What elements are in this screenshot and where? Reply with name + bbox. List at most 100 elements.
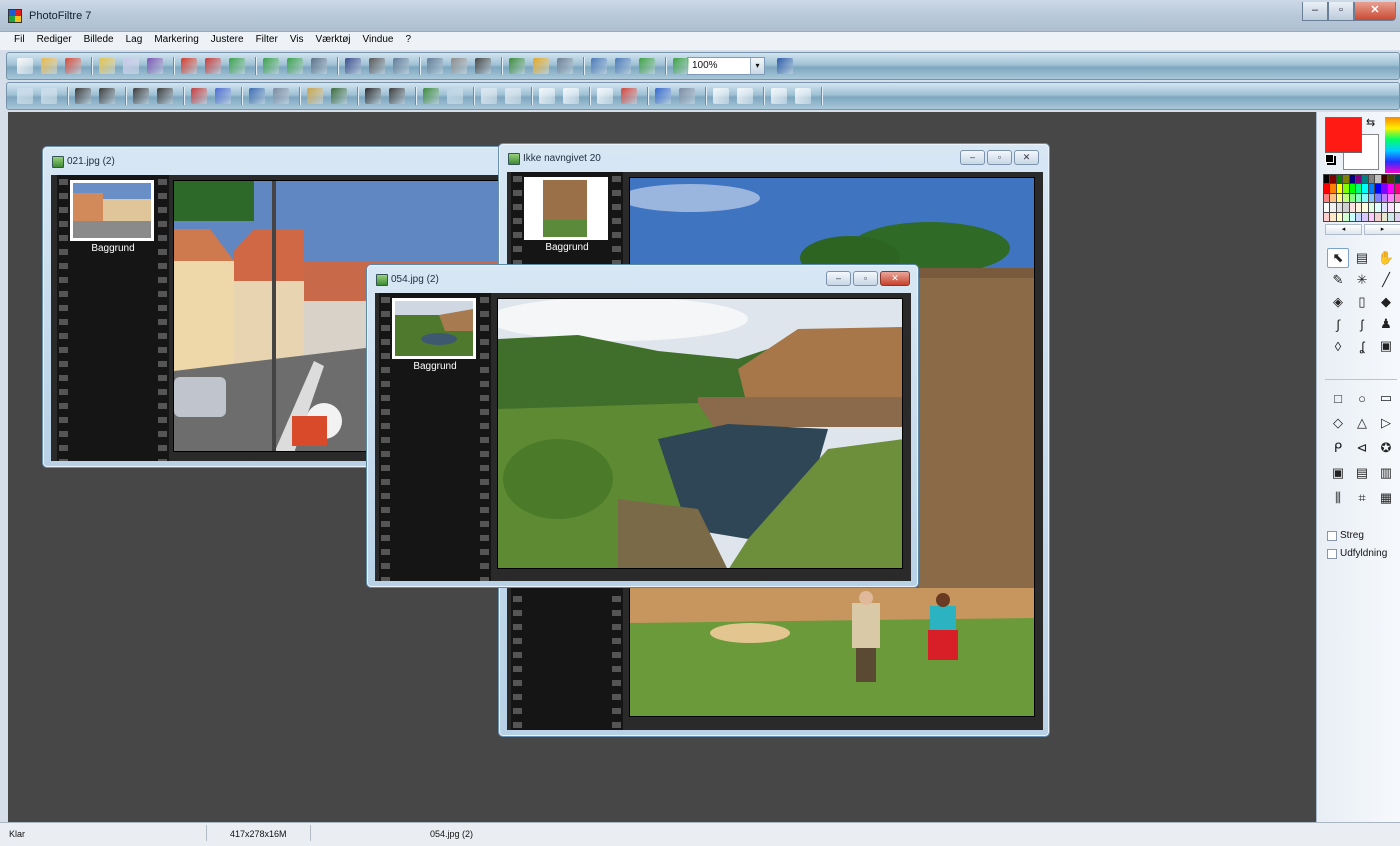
- toolbar-button-icon[interactable]: [75, 88, 91, 104]
- color-swatch[interactable]: [1394, 175, 1400, 184]
- blur-icon[interactable]: ◊: [1327, 336, 1349, 356]
- line-icon[interactable]: ╱: [1375, 270, 1397, 290]
- toolbar-button-icon[interactable]: [475, 58, 491, 74]
- color-swatch[interactable]: [1381, 175, 1388, 184]
- doc-close-button[interactable]: ✕: [1014, 150, 1039, 165]
- toolbar-button-icon[interactable]: [777, 58, 793, 74]
- color-swatch[interactable]: [1394, 203, 1400, 212]
- menu-markering[interactable]: Markering: [148, 32, 204, 50]
- toolbar-button-icon[interactable]: [365, 88, 381, 104]
- color-swatch[interactable]: [1362, 212, 1368, 221]
- toolbar-button-icon[interactable]: [505, 88, 521, 104]
- color-swatch[interactable]: [1336, 212, 1343, 221]
- toolbar-button-icon[interactable]: [99, 58, 115, 74]
- color-swatch[interactable]: [1375, 184, 1381, 193]
- toolbar-button-icon[interactable]: [311, 58, 327, 74]
- crop-icon[interactable]: ▥: [1375, 463, 1397, 483]
- advanced-brush-icon[interactable]: ʃ: [1351, 314, 1373, 334]
- color-swatch[interactable]: [1368, 193, 1375, 203]
- toolbar-button-icon[interactable]: [655, 88, 671, 104]
- toolbar-button-icon[interactable]: [205, 58, 221, 74]
- toolbar-button-icon[interactable]: [17, 58, 33, 74]
- color-swatch[interactable]: [1349, 193, 1356, 203]
- color-swatch[interactable]: [1368, 184, 1375, 193]
- open-icon[interactable]: ✪: [1375, 438, 1397, 458]
- color-swatch[interactable]: [1394, 184, 1400, 193]
- color-swatch[interactable]: [1388, 203, 1394, 212]
- color-swatch[interactable]: [1356, 203, 1362, 212]
- color-swatch[interactable]: [1388, 193, 1394, 203]
- color-swatch[interactable]: [1375, 193, 1381, 203]
- doc-minimize-button[interactable]: –: [960, 150, 985, 165]
- select-all-icon[interactable]: ▣: [1327, 463, 1349, 483]
- toolbar-button-icon[interactable]: [345, 58, 361, 74]
- color-swatch[interactable]: [1343, 175, 1349, 184]
- toolbar-button-icon[interactable]: [423, 88, 439, 104]
- color-swatch[interactable]: [1349, 203, 1356, 212]
- color-swatch[interactable]: [1375, 212, 1381, 221]
- color-swatch[interactable]: [1388, 184, 1394, 193]
- diamond-icon[interactable]: ◇: [1327, 413, 1349, 433]
- invert-icon[interactable]: ▤: [1351, 463, 1373, 483]
- toolbar-button-icon[interactable]: [447, 88, 463, 104]
- fit-window-icon[interactable]: ▦: [1375, 488, 1397, 508]
- toolbar-button-icon[interactable]: [369, 58, 385, 74]
- color-swatch[interactable]: [1388, 175, 1394, 184]
- minimize-button[interactable]: –: [1302, 2, 1328, 21]
- toolbar-button-icon[interactable]: [737, 88, 753, 104]
- color-swatch[interactable]: [1356, 184, 1362, 193]
- eyedropper-icon[interactable]: ✎: [1327, 270, 1349, 290]
- toolbar-button-icon[interactable]: [427, 58, 443, 74]
- toolbar-button-icon[interactable]: [393, 58, 409, 74]
- color-swatch[interactable]: [1343, 193, 1349, 203]
- menu-vis[interactable]: Vis: [284, 32, 310, 50]
- color-swatch[interactable]: [1336, 175, 1343, 184]
- color-swatch[interactable]: [1349, 175, 1356, 184]
- toolbar-button-icon[interactable]: [771, 88, 787, 104]
- color-swatch[interactable]: [1356, 175, 1362, 184]
- ellipse-icon[interactable]: ○: [1351, 388, 1373, 408]
- toolbar-button-icon[interactable]: [41, 88, 57, 104]
- color-swatch[interactable]: [1381, 193, 1388, 203]
- toolbar-button-icon[interactable]: [147, 58, 163, 74]
- layer-thumbnail[interactable]: [70, 180, 154, 241]
- maximize-button[interactable]: ▫: [1328, 2, 1354, 21]
- toolbar-button-icon[interactable]: [597, 88, 613, 104]
- swap-colors-icon[interactable]: ⇆: [1366, 116, 1375, 129]
- toolbar-button-icon[interactable]: [41, 58, 57, 74]
- color-swatch[interactable]: [1394, 212, 1400, 221]
- hand-icon[interactable]: ✋: [1375, 248, 1397, 268]
- color-swatch[interactable]: [1330, 212, 1336, 221]
- doc-close-button[interactable]: ✕: [880, 271, 910, 286]
- play-icon[interactable]: ▷: [1375, 413, 1397, 433]
- color-swatch[interactable]: [1356, 212, 1362, 221]
- color-swatch[interactable]: [1330, 184, 1336, 193]
- toolbar-button-icon[interactable]: [215, 88, 231, 104]
- toolbar-button-icon[interactable]: [639, 58, 655, 74]
- palette-scroll-left-icon[interactable]: ◂: [1325, 224, 1362, 235]
- color-swatch[interactable]: [1381, 212, 1388, 221]
- rounded-rect-icon[interactable]: ▭: [1375, 388, 1397, 408]
- toolbar-button-icon[interactable]: [557, 58, 573, 74]
- color-swatch[interactable]: [1368, 175, 1375, 184]
- toolbar-button-icon[interactable]: [157, 88, 173, 104]
- clone-icon[interactable]: ▣: [1375, 336, 1397, 356]
- toolbar-button-icon[interactable]: [99, 88, 115, 104]
- menu-filter[interactable]: Filter: [250, 32, 284, 50]
- eraser-icon[interactable]: ◆: [1375, 292, 1397, 312]
- color-swatch[interactable]: [1324, 193, 1330, 203]
- triangle-icon[interactable]: △: [1351, 413, 1373, 433]
- zoom-dropdown-icon[interactable]: ▾: [750, 58, 764, 74]
- color-swatch[interactable]: [1381, 203, 1388, 212]
- menu-rediger[interactable]: Rediger: [31, 32, 78, 50]
- toolbar-button-icon[interactable]: [533, 58, 549, 74]
- toolbar-button-icon[interactable]: [287, 58, 303, 74]
- toolbar-button-icon[interactable]: [389, 88, 405, 104]
- color-swatch[interactable]: [1324, 175, 1330, 184]
- color-swatch[interactable]: [1362, 203, 1368, 212]
- color-swatch[interactable]: [1343, 212, 1349, 221]
- toolbar-button-icon[interactable]: [673, 58, 689, 74]
- reset-colors-icon[interactable]: [1325, 154, 1334, 163]
- menu-billede[interactable]: Billede: [78, 32, 120, 50]
- menu-vaerktoej[interactable]: Værktøj: [310, 32, 357, 50]
